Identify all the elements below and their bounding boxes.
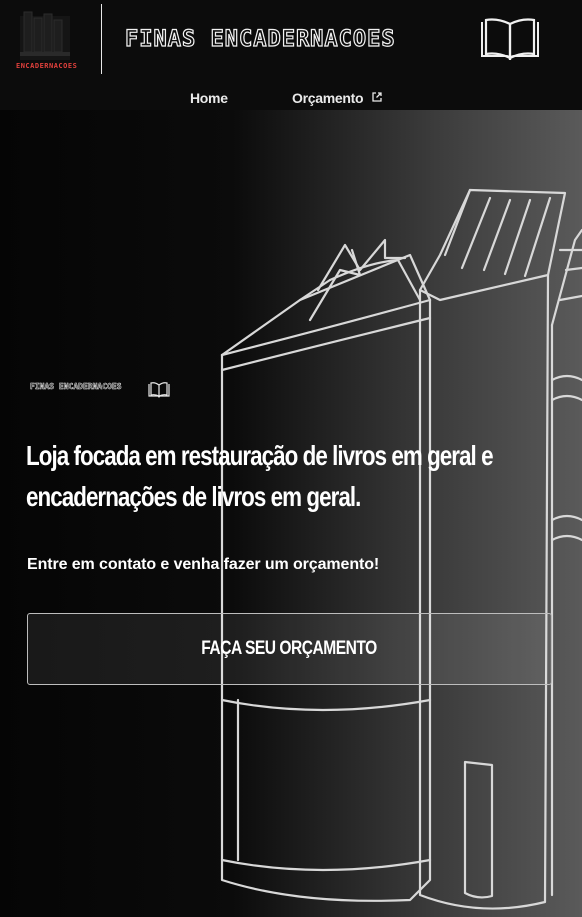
cta-orcamento-button[interactable]: FAÇA SEU ORÇAMENTO — [27, 613, 552, 685]
hero-headline: Loja focada em restauração de livros em … — [26, 435, 570, 517]
hero-headline-line1: Loja focada em restauração de livros em … — [26, 440, 494, 471]
header-divider — [101, 4, 102, 74]
mini-book-icon — [148, 382, 170, 398]
cta-label: FAÇA SEU ORÇAMENTO — [201, 638, 378, 659]
nav-item-home[interactable]: Home — [190, 90, 228, 106]
book-icon — [481, 18, 539, 61]
site-header: ENCADERNACOES FINAS ENCADERNACOES Home O… — [0, 0, 582, 111]
brand-title: FINAS ENCADERNACOES — [124, 26, 396, 52]
hero-headline-line2: encadernações de livros em geral. — [26, 481, 361, 512]
nav-item-orcamento-label: Orçamento — [292, 90, 364, 106]
nav-item-orcamento[interactable]: Orçamento — [292, 90, 382, 106]
logo-text: ENCADERNACOES — [16, 62, 78, 70]
mini-brand: FINAS ENCADERNACOES — [30, 382, 122, 392]
main-nav: Home Orçamento — [0, 86, 582, 110]
external-link-icon — [372, 92, 382, 102]
hero-subtitle: Entre em contato e venha fazer um orçame… — [27, 556, 380, 573]
hero-section: FINAS ENCADERNACOES Loja focada em resta… — [0, 110, 582, 917]
